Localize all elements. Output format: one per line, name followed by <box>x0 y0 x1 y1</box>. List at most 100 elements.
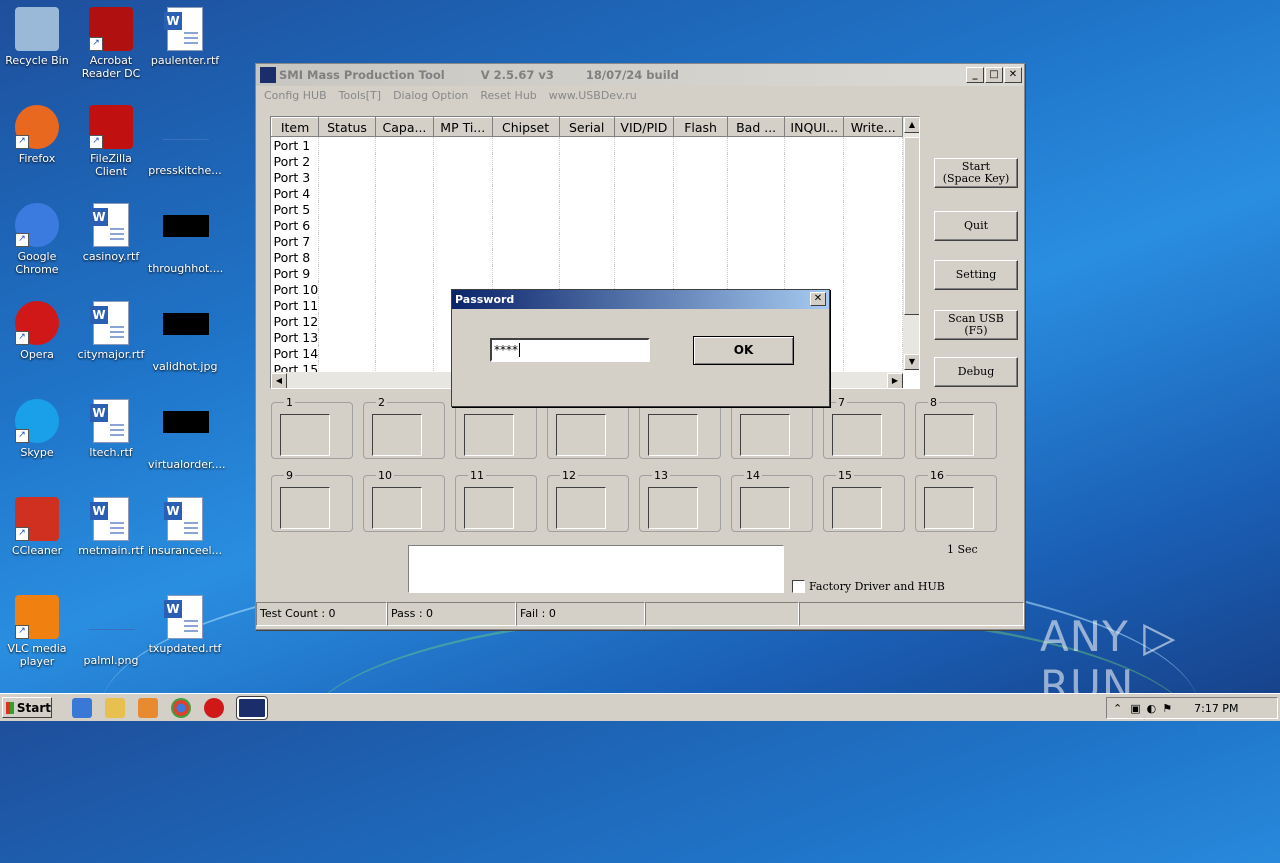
table-cell <box>559 265 615 281</box>
table-row[interactable]: Port 2 <box>271 153 903 169</box>
table-row[interactable]: Port 9 <box>271 265 903 281</box>
image-file-icon <box>163 117 209 161</box>
action-center-flag-icon[interactable]: ⚑ <box>1162 702 1172 715</box>
desktop-icon[interactable]: ↗ Skype <box>0 399 74 459</box>
table-row[interactable]: Port 6 <box>271 217 903 233</box>
table-cell <box>727 136 786 153</box>
explorer-icon[interactable] <box>105 697 125 718</box>
desktop-icon[interactable]: ↗ Acrobat Reader DC <box>74 7 148 80</box>
scroll-down-icon[interactable]: ▼ <box>904 354 919 370</box>
desktop-icon[interactable]: virtualorder.... <box>148 399 225 471</box>
scroll-up-icon[interactable]: ▲ <box>904 117 919 133</box>
scroll-right-icon[interactable]: ▶ <box>887 373 903 388</box>
desktop-icon[interactable]: ↗ CCleaner <box>0 497 74 557</box>
desktop-icon[interactable]: Wcasinoy.rtf <box>74 203 148 263</box>
shortcut-arrow-icon: ↗ <box>15 527 29 541</box>
table-row[interactable]: Port 7 <box>271 233 903 249</box>
column-header[interactable]: MP Ti... <box>433 117 493 137</box>
title-bar[interactable]: SMI Mass Production Tool V 2.5.67 v3 18/… <box>256 64 1024 86</box>
desktop-icon[interactable]: throughhot.... <box>148 203 223 275</box>
desktop-icon[interactable]: ↗ Opera <box>0 301 74 361</box>
port-slot: 9 <box>271 469 353 532</box>
column-header[interactable]: Flash <box>672 117 729 137</box>
table-row[interactable]: Port 5 <box>271 201 903 217</box>
menu-tools[interactable]: Tools[T] <box>339 89 381 102</box>
column-header[interactable]: VID/PID <box>613 117 674 137</box>
table-cell <box>727 233 786 249</box>
table-cell <box>843 265 903 281</box>
table-cell <box>673 201 729 217</box>
column-header[interactable]: Item <box>271 117 320 137</box>
table-cell <box>614 265 674 281</box>
smi-taskbar-button[interactable] <box>236 695 268 720</box>
port-slot: 2 <box>363 396 445 459</box>
ie-icon[interactable] <box>72 697 92 718</box>
column-header[interactable]: Status <box>318 117 376 137</box>
table-cell <box>673 233 729 249</box>
desktop-icon[interactable]: palml.png <box>74 595 148 667</box>
opera-taskbar-icon[interactable] <box>204 697 224 718</box>
column-header[interactable]: INQUI... <box>784 117 845 137</box>
password-input[interactable]: **** <box>490 338 650 362</box>
column-header[interactable]: Capa... <box>374 117 435 137</box>
desktop-icon[interactable]: Wltech.rtf <box>74 399 148 459</box>
table-cell <box>843 281 903 297</box>
quit-button[interactable]: Quit <box>934 211 1018 241</box>
scroll-thumb[interactable] <box>904 137 919 315</box>
column-header[interactable]: Bad ... <box>727 117 786 137</box>
dialog-close-button[interactable]: ✕ <box>810 292 826 306</box>
network-icon[interactable]: ▣ <box>1130 702 1140 715</box>
ok-button[interactable]: OK <box>693 336 794 365</box>
column-header[interactable]: Chipset <box>491 117 560 137</box>
table-row[interactable]: Port 1 <box>271 136 903 153</box>
setting-button[interactable]: Setting <box>934 260 1018 290</box>
desktop-icon[interactable]: ↗ Google Chrome <box>0 203 74 276</box>
port-label: Port 4 <box>271 185 320 201</box>
menu-website[interactable]: www.USBDev.ru <box>549 89 637 102</box>
scan-usb-button[interactable]: Scan USB (F5) <box>934 310 1018 340</box>
dialog-title-bar[interactable]: Password ✕ <box>452 290 829 309</box>
factory-driver-checkbox[interactable] <box>792 580 805 593</box>
minimize-button[interactable]: _ <box>966 67 984 83</box>
desktop-icon[interactable]: Winsuranceel... <box>148 497 222 557</box>
tray-chevron-icon[interactable]: ⌃ <box>1113 702 1122 715</box>
desktop-icon[interactable]: Recycle Bin <box>0 7 74 67</box>
word-document-icon: W <box>163 595 207 639</box>
clock[interactable]: 7:17 PM <box>1194 702 1238 715</box>
table-cell <box>375 313 435 329</box>
debug-button[interactable]: Debug <box>934 357 1018 387</box>
column-header[interactable]: Write... <box>843 117 903 137</box>
table-row[interactable]: Port 4 <box>271 185 903 201</box>
desktop-icon-label: Acrobat Reader DC <box>81 54 141 80</box>
chrome-taskbar-icon[interactable] <box>171 697 191 718</box>
media-player-icon[interactable] <box>138 697 158 718</box>
scroll-left-icon[interactable]: ◀ <box>271 373 287 388</box>
start-button-taskbar[interactable]: Start <box>2 697 52 718</box>
menu-dialog-option[interactable]: Dialog Option <box>393 89 468 102</box>
table-row[interactable]: Port 3 <box>271 169 903 185</box>
column-header[interactable]: Serial <box>558 117 615 137</box>
desktop-icon-label: Firefox <box>18 152 56 165</box>
recycle-bin-icon <box>15 7 59 51</box>
desktop-icon[interactable]: presskitche... <box>148 105 222 177</box>
desktop-icon[interactable]: Wtxupdated.rtf <box>148 595 222 655</box>
menu-reset-hub[interactable]: Reset Hub <box>480 89 536 102</box>
desktop-icon[interactable]: ↗ FileZilla Client <box>74 105 148 178</box>
volume-icon[interactable]: ◐ <box>1147 702 1157 715</box>
slot-status-box <box>832 487 882 529</box>
vertical-scrollbar[interactable]: ▲ ▼ <box>903 117 919 370</box>
port-label: Port 1 <box>271 136 320 153</box>
desktop-icon[interactable]: validhot.jpg <box>148 301 222 373</box>
desktop-icon[interactable]: Wpaulenter.rtf <box>148 7 222 67</box>
start-button[interactable]: Start (Space Key) <box>934 158 1018 188</box>
desktop-icon[interactable]: Wcitymajor.rtf <box>74 301 148 361</box>
close-button[interactable]: ✕ <box>1004 67 1022 83</box>
desktop-icon[interactable]: ↗ Firefox <box>0 105 74 165</box>
word-document-icon: W <box>163 497 207 541</box>
desktop-icon[interactable]: ↗ VLC media player <box>0 595 74 668</box>
table-cell <box>784 233 845 249</box>
maximize-button[interactable]: □ <box>985 67 1003 83</box>
menu-config-hub[interactable]: Config HUB <box>264 89 327 102</box>
table-row[interactable]: Port 8 <box>271 249 903 265</box>
desktop-icon[interactable]: Wmetmain.rtf <box>74 497 148 557</box>
